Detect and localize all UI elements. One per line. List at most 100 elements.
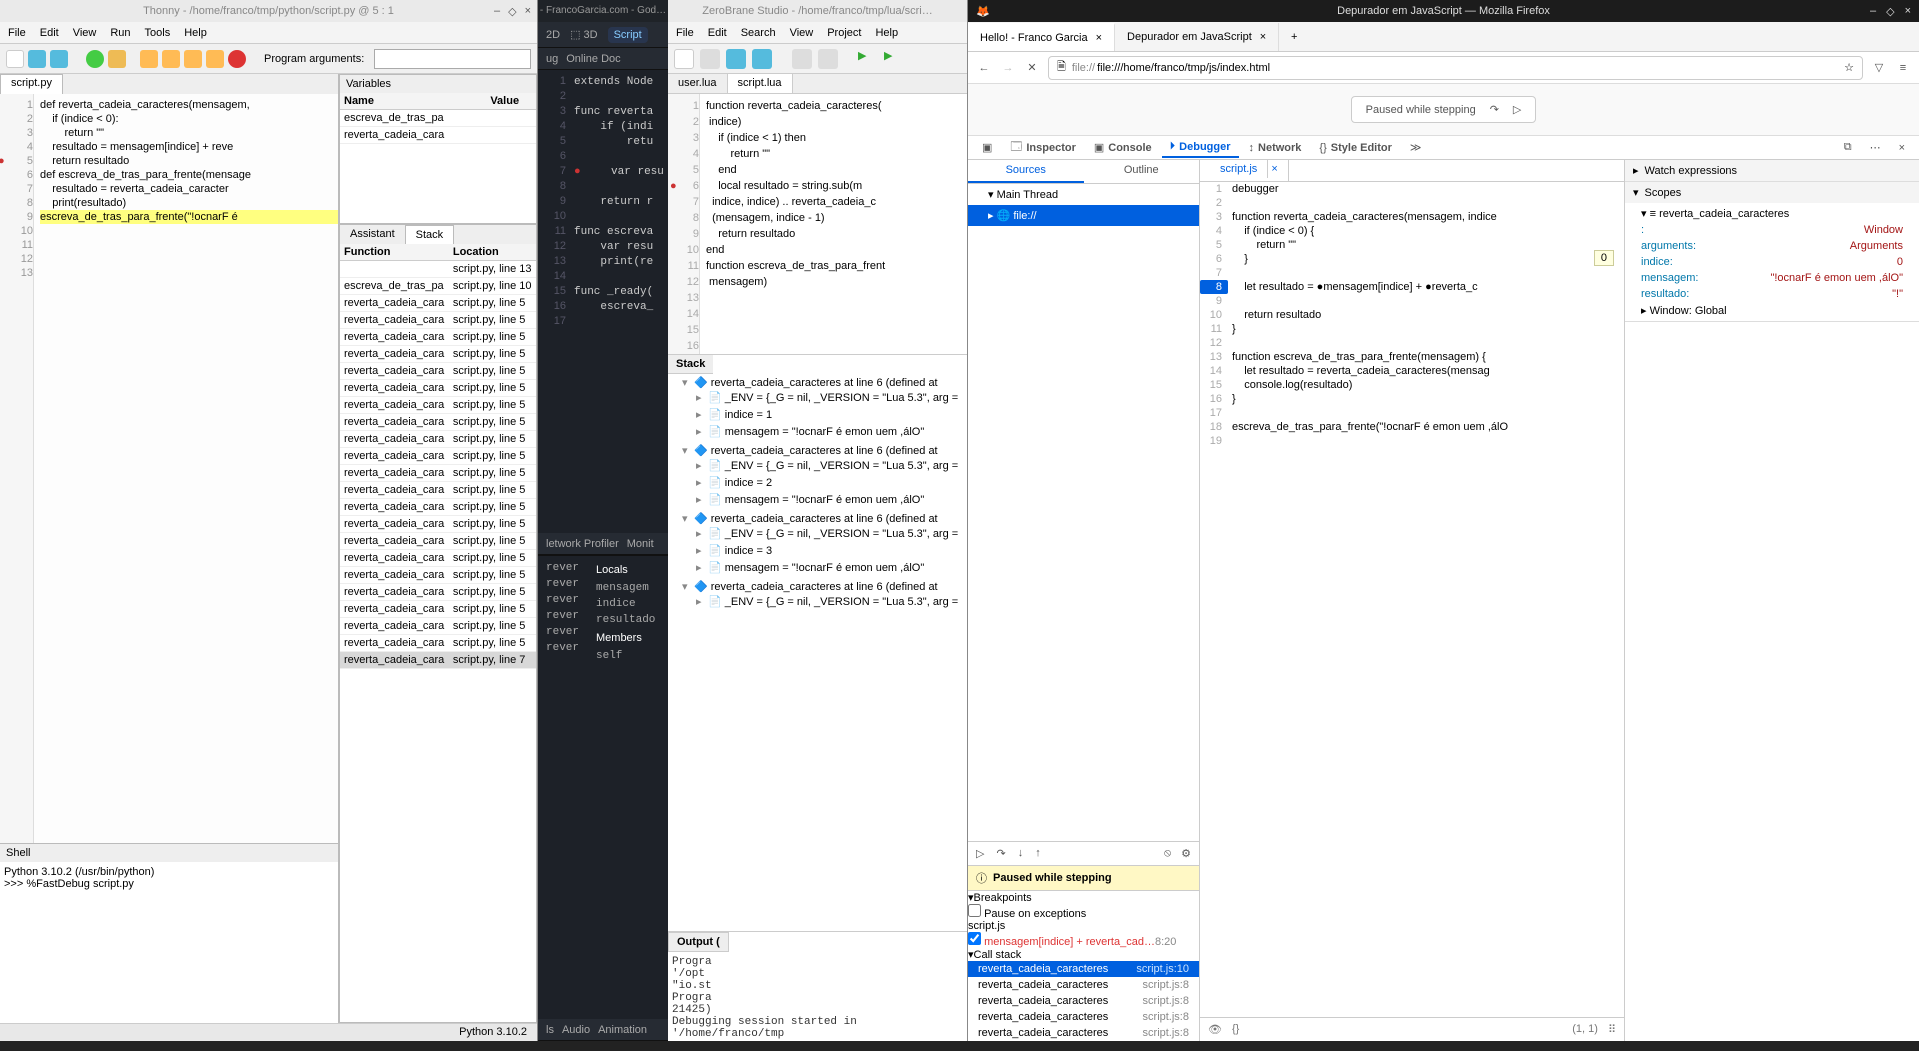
zb-stack-tree[interactable]: ▾🔷 reverta_cadeia_caracteres at line 6 (… [668, 374, 967, 612]
subtab-outline[interactable]: Outline [1084, 160, 1200, 183]
devtab-more-icon[interactable]: ≫ [1402, 138, 1430, 157]
thonny-menu-edit[interactable]: Edit [40, 27, 59, 39]
editor-tab-scriptpy[interactable]: script.py [0, 74, 63, 94]
close-icon[interactable]: × [1096, 32, 1102, 44]
more-icon[interactable]: ⋯ [1862, 138, 1889, 157]
zb-saveall-icon[interactable] [752, 49, 772, 69]
zb-code[interactable]: function reverta_cadeia_caracteres( indi… [706, 94, 967, 290]
map-icon[interactable]: ⠿ [1608, 1023, 1616, 1036]
godot-nwprofiler-tab[interactable]: letwork Profiler [546, 538, 619, 550]
devtool-pick-icon[interactable]: ▣ [974, 138, 1000, 157]
zb-replace-icon[interactable] [818, 49, 838, 69]
devtab-inspector[interactable]: 🗔 Inspector [1002, 135, 1083, 160]
forward-icon[interactable]: → [1000, 60, 1016, 76]
godot-tab-2d[interactable]: 2D [546, 29, 560, 41]
bp-file[interactable]: script.js [968, 920, 1199, 932]
pocket-icon[interactable]: ▽ [1871, 60, 1887, 76]
zb-menu-project[interactable]: Project [827, 27, 861, 39]
settings-icon[interactable]: ⚙ [1181, 847, 1191, 860]
zb-save-icon[interactable] [726, 49, 746, 69]
zb-menu-edit[interactable]: Edit [708, 27, 727, 39]
zb-menu-help[interactable]: Help [875, 27, 898, 39]
godot-subtab-debug[interactable]: ug [546, 53, 558, 65]
zb-find-icon[interactable] [792, 49, 812, 69]
close-icon[interactable]: × [1905, 5, 1911, 18]
maximize-icon[interactable]: ◇ [1886, 5, 1894, 18]
disable-bp-icon[interactable]: ⦸ [1164, 847, 1171, 860]
godot-bt-audio[interactable]: Audio [562, 1024, 590, 1036]
thonny-code[interactable]: def reverta_cadeia_caracteres(mensagem, … [40, 94, 338, 224]
devtab-style[interactable]: {} Style Editor [1311, 139, 1399, 157]
braces-icon[interactable]: {} [1232, 1023, 1239, 1036]
url-input[interactable]: 🗎 file:// file:///home/franco/tmp/js/ind… [1048, 56, 1863, 80]
ff-tab-0[interactable]: Hello! - Franco Garcia × [968, 23, 1115, 51]
run-icon[interactable] [86, 50, 104, 68]
zb-debug-run-icon[interactable]: ▶ [884, 49, 904, 69]
step-over-icon[interactable] [140, 50, 158, 68]
zb-tab-userlua[interactable]: user.lua [668, 74, 728, 93]
chevron-right-icon[interactable]: ▸ [1633, 164, 1639, 177]
open-file-icon[interactable] [28, 50, 46, 68]
ff-new-tab[interactable]: + [1279, 23, 1309, 51]
zb-open-icon[interactable] [700, 49, 720, 69]
thonny-menu-view[interactable]: View [73, 27, 97, 39]
step-over-icon[interactable]: ↷ [1490, 103, 1499, 116]
thonny-menu-help[interactable]: Help [184, 27, 207, 39]
close-icon[interactable]: × [1260, 31, 1266, 43]
godot-monitor-tab[interactable]: Monit [627, 538, 654, 550]
zb-run-icon[interactable]: ▶ [858, 49, 878, 69]
chevron-down-icon[interactable]: ▾ [1633, 186, 1639, 199]
godot-bt-anim[interactable]: Animation [598, 1024, 647, 1036]
step-out-icon[interactable]: ↑ [1035, 847, 1041, 860]
devtab-network[interactable]: ↕ Network [1241, 139, 1310, 157]
tree-file[interactable]: ▸ 🌐 file:// [968, 205, 1199, 226]
star-icon[interactable]: ☆ [1844, 61, 1854, 74]
watch-eye-icon[interactable]: 👁 [1208, 1023, 1222, 1036]
save-file-icon[interactable] [50, 50, 68, 68]
zb-menu-file[interactable]: File [676, 27, 694, 39]
ff-tab-1[interactable]: Depurador em JavaScript × [1115, 23, 1279, 51]
tree-main-thread[interactable]: ▾ Main Thread [968, 184, 1199, 205]
dock-icon[interactable]: ⧉ [1836, 138, 1860, 157]
step-into-icon[interactable] [162, 50, 180, 68]
minimize-icon[interactable]: – [1870, 5, 1876, 18]
stop-icon[interactable]: ✕ [1024, 60, 1040, 76]
resume-icon[interactable]: ▷ [1513, 103, 1521, 116]
godot-subtab-docs[interactable]: Online Doc [566, 53, 620, 65]
close-icon[interactable]: × [525, 5, 531, 18]
pause-on-exceptions-checkbox[interactable] [968, 904, 981, 917]
stop-icon[interactable] [228, 50, 246, 68]
thonny-menu-file[interactable]: File [8, 27, 26, 39]
zb-menu-search[interactable]: Search [741, 27, 776, 39]
shell-content[interactable]: Python 3.10.2 (/usr/bin/python)>>> %Fast… [0, 862, 338, 894]
minimize-icon[interactable]: – [494, 5, 500, 18]
debug-icon[interactable] [108, 50, 126, 68]
zb-menu-view[interactable]: View [790, 27, 814, 39]
bp-checkbox[interactable] [968, 932, 981, 945]
thonny-menu-tools[interactable]: Tools [145, 27, 171, 39]
godot-code[interactable]: 1extends Node23func reverta4 if (indi5 r… [538, 70, 668, 533]
devtab-console[interactable]: ▣ Console [1086, 138, 1160, 157]
godot-tab-script[interactable]: Script [608, 27, 648, 43]
menu-icon[interactable]: ≡ [1895, 60, 1911, 76]
maximize-icon[interactable]: ◇ [508, 5, 516, 18]
resume-icon[interactable]: ▷ [976, 847, 984, 860]
src-tab-scriptjs[interactable]: script.js × [1200, 160, 1289, 181]
new-file-icon[interactable] [6, 50, 24, 68]
scope-window[interactable]: Window: Global [1650, 305, 1727, 317]
godot-tab-3d[interactable]: ⬚ 3D [570, 28, 598, 41]
stack-tab[interactable]: Stack [405, 225, 455, 244]
step-into-icon[interactable]: ↓ [1018, 847, 1024, 860]
zb-new-icon[interactable] [674, 49, 694, 69]
thonny-menu-run[interactable]: Run [110, 27, 130, 39]
scope-name[interactable]: reverta_cadeia_caracteres [1659, 208, 1789, 220]
resume-icon[interactable] [206, 50, 224, 68]
step-over-icon[interactable]: ↷ [996, 847, 1005, 860]
back-icon[interactable]: ← [976, 60, 992, 76]
subtab-sources[interactable]: Sources [968, 160, 1084, 183]
step-out-icon[interactable] [184, 50, 202, 68]
close-icon[interactable]: × [1891, 139, 1913, 157]
devtab-debugger[interactable]: ⏵ Debugger [1162, 137, 1239, 158]
assistant-tab[interactable]: Assistant [340, 225, 405, 244]
zb-tab-scriptlua[interactable]: script.lua [728, 74, 793, 93]
